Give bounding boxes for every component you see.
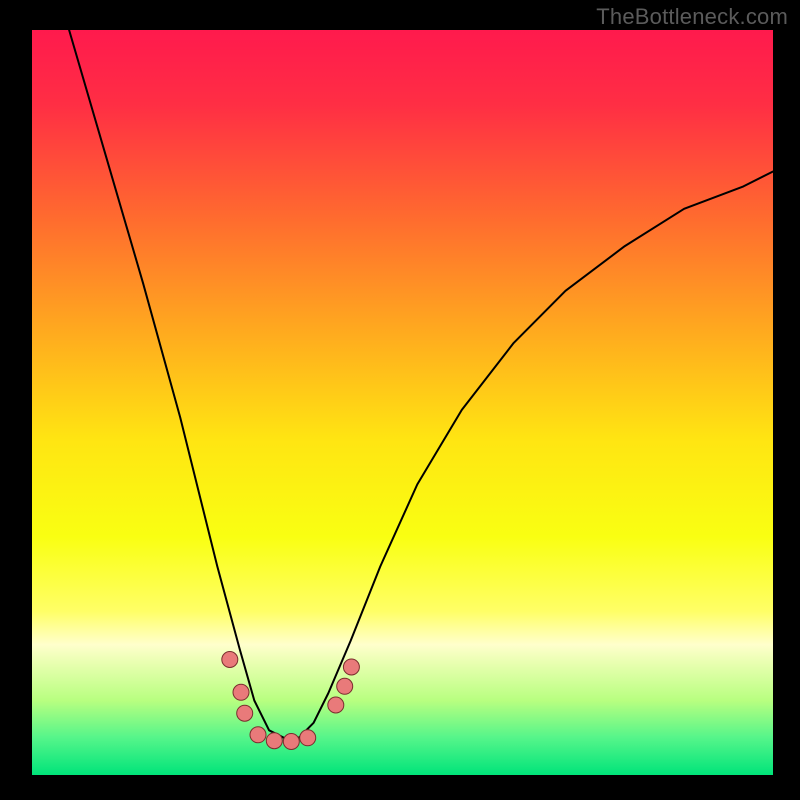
plot-background xyxy=(32,30,773,775)
marker-point xyxy=(237,705,253,721)
marker-point xyxy=(337,678,353,694)
marker-point xyxy=(233,684,249,700)
chart-frame: { "watermark": { "text": "TheBottleneck.… xyxy=(0,0,800,800)
bottleneck-chart xyxy=(0,0,800,800)
marker-point xyxy=(266,733,282,749)
marker-point xyxy=(328,697,344,713)
marker-point xyxy=(283,734,299,750)
marker-point xyxy=(343,659,359,675)
marker-point xyxy=(250,727,266,743)
marker-point xyxy=(300,730,316,746)
marker-point xyxy=(222,652,238,668)
watermark-text: TheBottleneck.com xyxy=(596,4,788,30)
